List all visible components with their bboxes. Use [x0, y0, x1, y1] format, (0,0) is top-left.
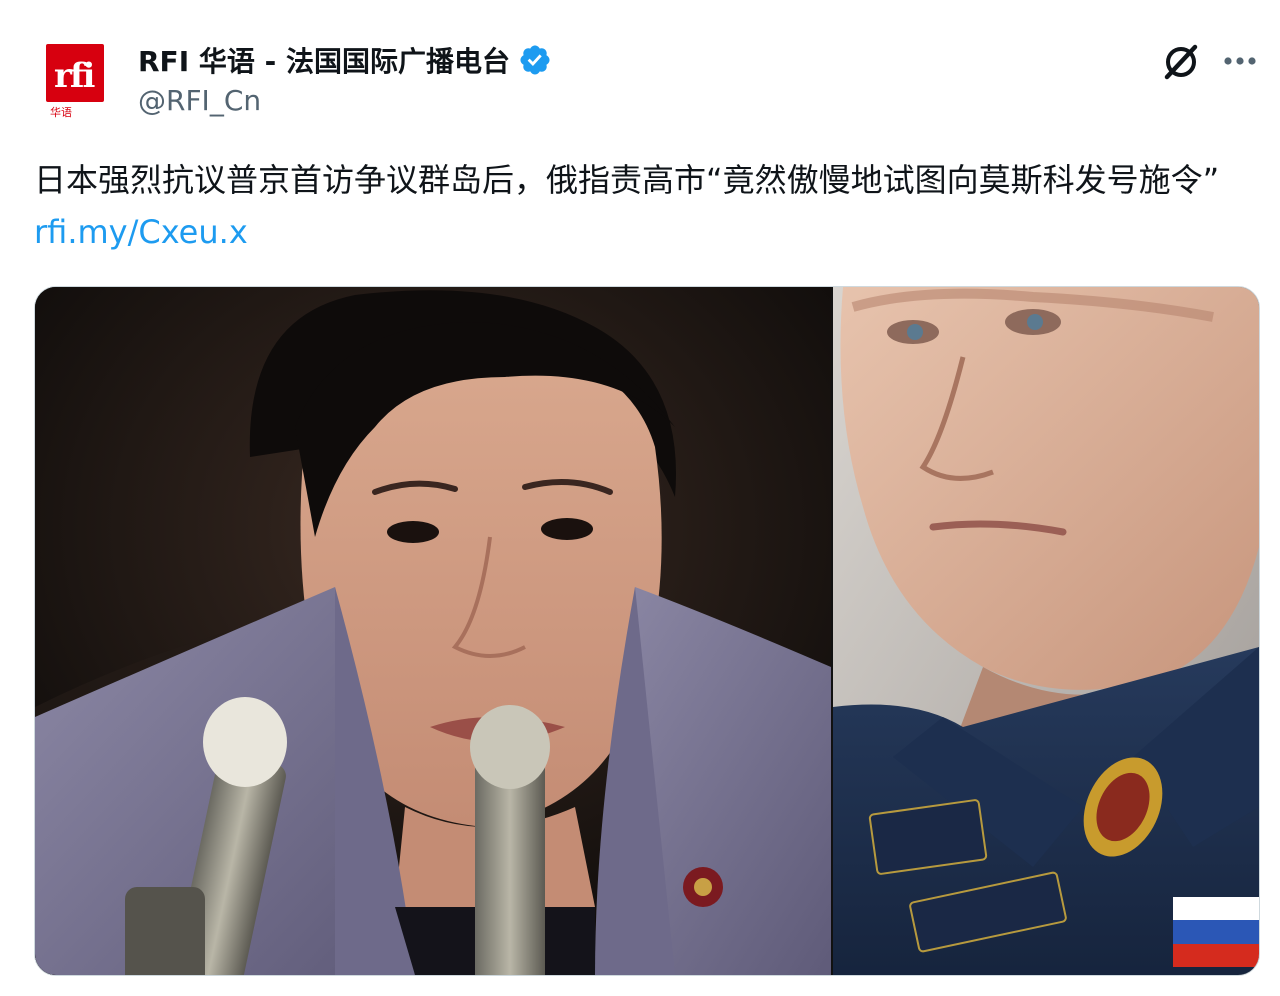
account-handle[interactable]: @RFI_Cn	[138, 84, 261, 117]
photo-left-image	[35, 287, 831, 975]
avatar-subtitle: 华语	[50, 106, 72, 119]
rfi-logo: rfi	[46, 44, 104, 102]
photo-left[interactable]	[35, 287, 831, 975]
account-name-row: RFI 华语 - 法国国际广播电台	[138, 40, 552, 80]
more-options-icon[interactable]	[1220, 48, 1260, 74]
tweet-header: rfi 华语 RFI 华语 - 法国国际广播电台 @RFI_Cn	[0, 0, 1280, 140]
account-avatar[interactable]: rfi 华语	[42, 40, 110, 120]
verified-badge-icon[interactable]	[518, 43, 552, 77]
tweet-text: 日本强烈抗议普京首访争议群岛后，俄指责高市“竟然傲慢地试图向莫斯科发号施令” r…	[34, 154, 1244, 258]
tweet-link[interactable]: rfi.my/Cxeu.x	[34, 213, 248, 251]
photo-right-image	[833, 287, 1259, 975]
grok-icon[interactable]	[1160, 40, 1202, 82]
tweet-media[interactable]	[34, 286, 1260, 976]
tweet-body: 日本强烈抗议普京首访争议群岛后，俄指责高市“竟然傲慢地试图向莫斯科发号施令”	[34, 161, 1220, 199]
photo-right[interactable]	[833, 287, 1259, 975]
account-name[interactable]: RFI 华语 - 法国国际广播电台	[138, 40, 510, 80]
